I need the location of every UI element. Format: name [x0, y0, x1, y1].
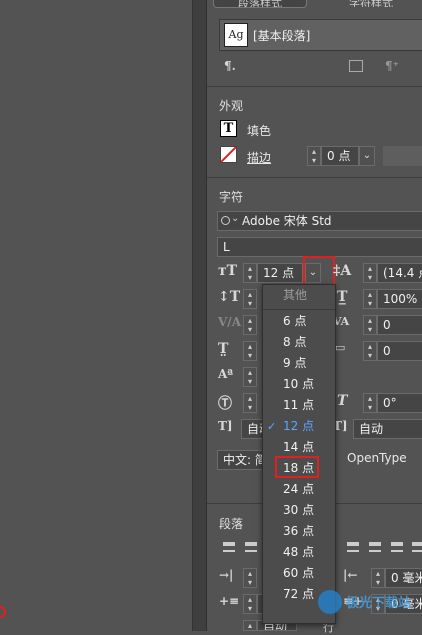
tab-paragraph-styles[interactable]: 段落样式 — [213, 0, 307, 8]
space-before-stepper[interactable]: ▴ ▾ — [243, 594, 257, 614]
font-family-field[interactable]: Adobe 宋体 Std — [217, 211, 422, 231]
stroke-weight-stepper[interactable]: ▴ ▾ — [307, 146, 321, 166]
menu-divider — [263, 309, 335, 310]
font-size-input[interactable]: 12 点 — [257, 263, 303, 283]
opentype-button[interactable]: OpenType — [347, 451, 407, 465]
skew-input[interactable]: 0° — [377, 393, 422, 413]
document-canvas — [0, 0, 192, 631]
language-field[interactable]: 中文: 简 — [217, 450, 263, 470]
pilcrow-icon[interactable]: ¶. — [224, 59, 236, 73]
stroke-type-field[interactable] — [383, 146, 422, 166]
watermark-logo: 极光下载站 — [318, 588, 418, 618]
align-justify-icon[interactable] — [347, 542, 359, 552]
menu-item-size[interactable]: 30 点 — [263, 500, 335, 521]
section-divider — [207, 86, 422, 87]
char-spacing-icon: T̤ — [218, 341, 229, 357]
horizontal-scale-stepper[interactable]: ▴ ▾ — [363, 289, 377, 309]
watermark-circle-icon — [318, 590, 342, 614]
menu-item-size[interactable]: 11 点 — [263, 395, 335, 416]
tab-character-styles[interactable]: 字符样式 — [325, 0, 417, 7]
rotate-char-icon: Ⓣ — [218, 396, 232, 412]
menu-item-size[interactable]: 36 点 — [263, 521, 335, 542]
align-justify-all-icon[interactable] — [391, 542, 403, 552]
checkmark-icon: ✓ — [267, 420, 277, 433]
font-size-menu: 其他 6 点 8 点 9 点 10 点 11 点 ✓ 12 点 14 点 18 点… — [262, 284, 336, 624]
watermark-text: 极光下载站 — [346, 596, 412, 611]
stroke-weight-dropdown[interactable]: ⌄ — [359, 146, 375, 166]
skew-icon: T — [337, 393, 348, 409]
style-preview-swatch: Ag — [224, 23, 248, 47]
skew-stepper[interactable]: ▴ ▾ — [363, 393, 377, 413]
menu-item-label: 12 点 — [283, 419, 315, 433]
grid-spacing-icon: ▭ — [335, 341, 346, 354]
kerning-right-stepper[interactable]: ▴ ▾ — [363, 341, 377, 361]
leading-stepper[interactable]: ▴ ▾ — [363, 263, 377, 283]
clear-overrides-icon[interactable]: ¶⁺ — [385, 59, 399, 73]
tracking-stepper[interactable]: ▴ ▾ — [363, 315, 377, 335]
stroke-none-icon[interactable] — [220, 146, 237, 163]
character-section-title: 字符 — [219, 190, 244, 204]
menu-item-size[interactable]: 14 点 — [263, 437, 335, 458]
baseline-shift-stepper[interactable]: ▴ ▾ — [243, 367, 257, 387]
menu-item-size[interactable]: 8 点 — [263, 332, 335, 353]
fill-swatch-icon[interactable]: T — [220, 120, 237, 137]
bottom-stepper[interactable]: ▴ — [243, 620, 257, 631]
vertical-scale-stepper[interactable]: ▴ ▾ — [243, 289, 257, 309]
vertical-scale-icon: ↕T — [218, 289, 241, 305]
menu-item-size[interactable]: 10 点 — [263, 374, 335, 395]
baseline-shift-icon: Aª — [218, 367, 234, 381]
font-size-icon: ᴛT — [218, 263, 238, 279]
font-size-stepper[interactable]: ▴ ▾ — [243, 263, 257, 283]
kerning-stepper[interactable]: ▴ ▾ — [243, 315, 257, 335]
align-center-icon[interactable] — [245, 542, 257, 552]
right-indent-stepper[interactable]: ▴ ▾ — [371, 568, 385, 588]
paragraph-style-name: [基本段落] — [253, 29, 311, 43]
menu-item-size[interactable]: 6 点 — [263, 311, 335, 332]
menu-item-size[interactable]: 48 点 — [263, 542, 335, 563]
appearance-section-title: 外观 — [219, 99, 244, 113]
search-icon[interactable] — [221, 216, 230, 225]
tracking-input[interactable]: 0 — [377, 315, 422, 335]
right-indent-icon: |← — [343, 568, 358, 582]
space-before-icon: +≡ — [219, 594, 240, 608]
fill-label: 填色 — [247, 124, 272, 138]
menu-item-size[interactable]: 24 点 — [263, 479, 335, 500]
new-style-icon[interactable] — [349, 60, 363, 72]
panel-scroll-gutter[interactable] — [192, 0, 206, 631]
chevron-down-icon[interactable]: ⌄ — [231, 213, 239, 224]
left-indent-stepper[interactable]: ▴ ▾ — [243, 568, 257, 588]
align-justify-center-icon[interactable] — [369, 542, 381, 552]
menu-item-size-selected[interactable]: ✓ 12 点 — [263, 416, 335, 437]
align-left-icon[interactable] — [223, 542, 235, 552]
char-frame-icon: T] — [218, 419, 233, 433]
kerning-icon: V/A — [218, 315, 242, 329]
leading-icon: ‡A — [333, 263, 352, 279]
right-indent-input[interactable]: 0 毫米 — [385, 568, 422, 588]
horizontal-scale-icon: T̲ — [337, 289, 348, 305]
menu-item-size[interactable]: 60 点 — [263, 563, 335, 584]
font-style-field[interactable]: L — [217, 237, 422, 257]
left-indent-icon: →| — [219, 568, 234, 582]
paragraph-section-title: 段落 — [219, 517, 244, 531]
menu-highlight-box — [275, 456, 319, 478]
auto-left-field[interactable]: 自动 — [241, 419, 263, 439]
align-away-icon[interactable] — [412, 542, 422, 552]
menu-item-other[interactable]: 其他 — [263, 285, 335, 306]
kerning-right-input[interactable]: 0 — [377, 341, 422, 361]
char-spacing-stepper[interactable]: ▴ ▾ — [243, 341, 257, 361]
paragraph-style-field[interactable]: Ag [基本段落] — [219, 19, 422, 51]
rotate-char-stepper[interactable]: ▴ ▾ — [243, 393, 257, 413]
stroke-label[interactable]: 描边 — [247, 149, 271, 166]
horizontal-scale-input[interactable]: 100% — [377, 289, 422, 309]
section-divider — [207, 177, 422, 178]
stroke-weight-input[interactable]: 0 点 — [321, 146, 359, 166]
menu-item-size[interactable]: 9 点 — [263, 353, 335, 374]
leading-input[interactable]: (14.4 点 — [377, 263, 422, 283]
auto-right-field[interactable]: 自动 — [353, 419, 422, 439]
